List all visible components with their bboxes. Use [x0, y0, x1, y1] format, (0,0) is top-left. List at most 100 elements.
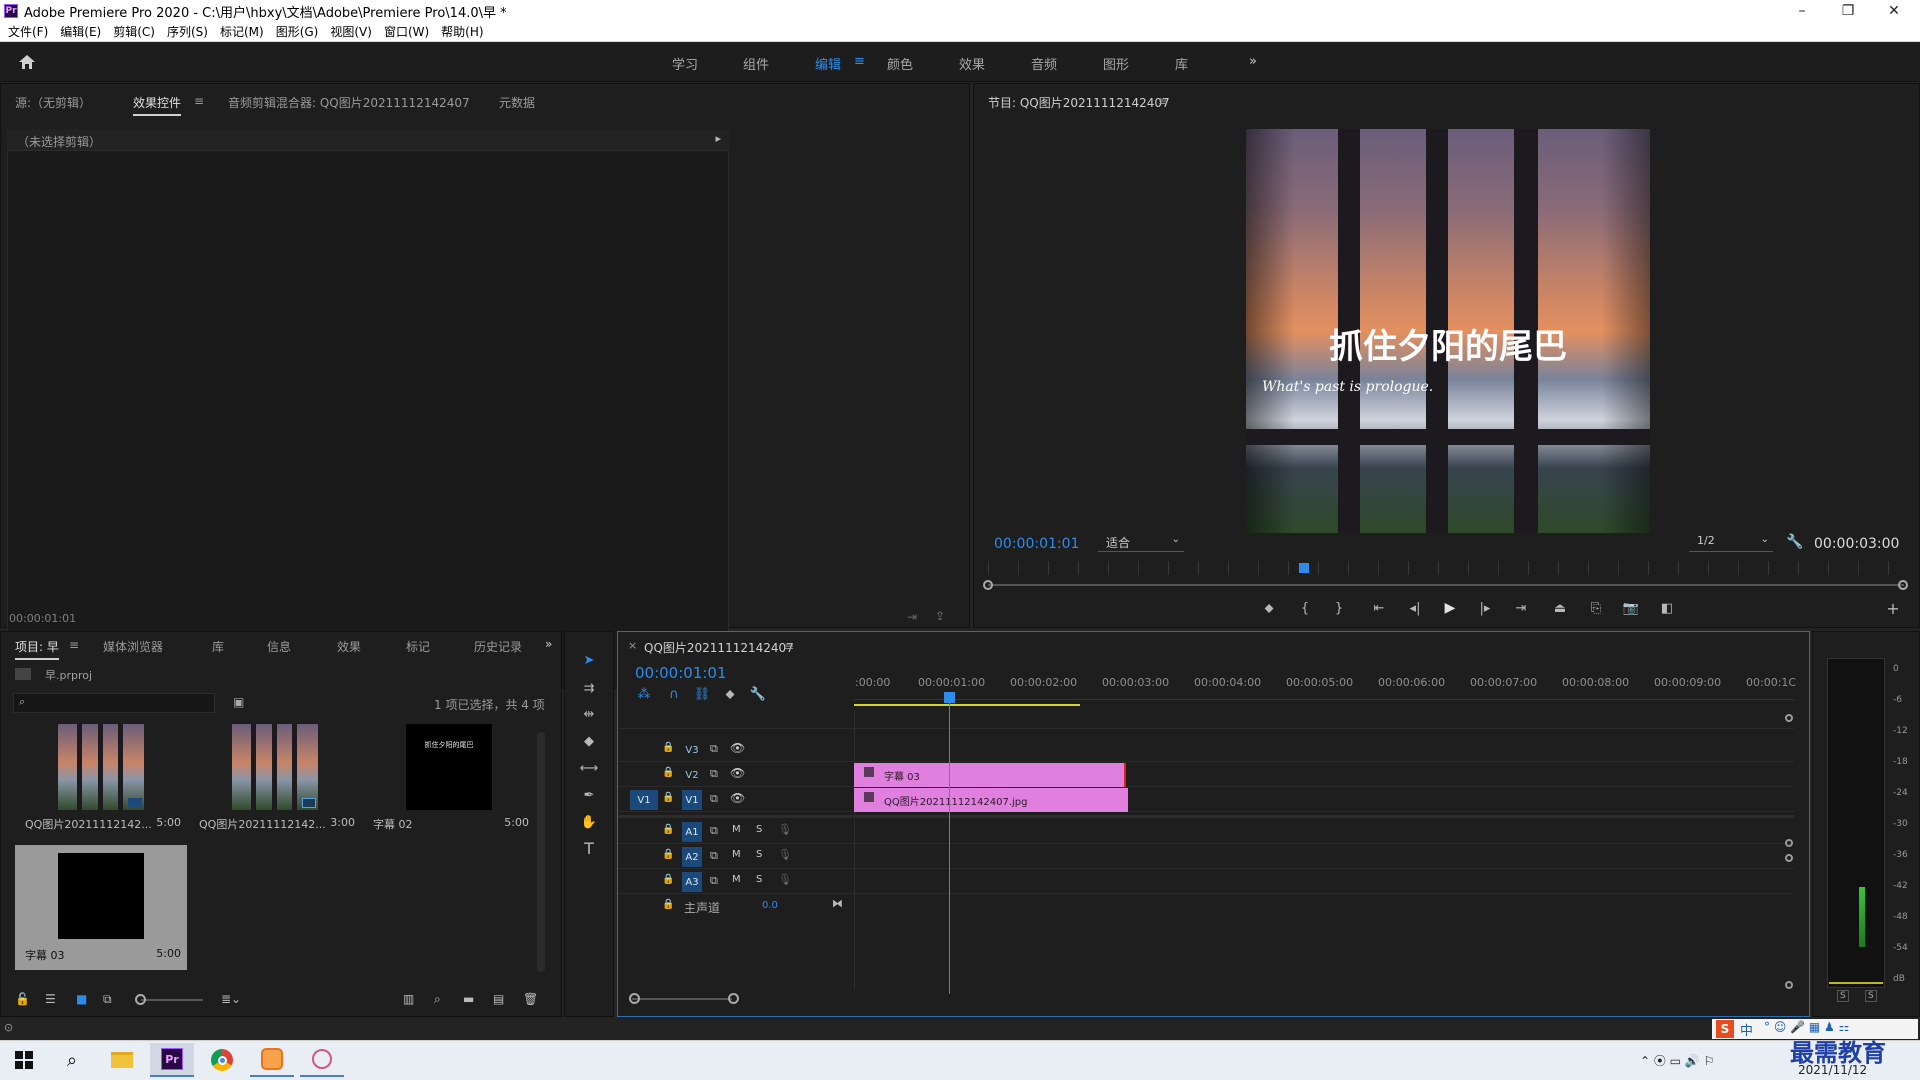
tab-effects[interactable]: 效果: [337, 638, 361, 655]
lock-icon[interactable]: 🔒: [662, 899, 674, 910]
workspace-menu-icon[interactable]: ≡: [854, 54, 865, 69]
master-volume-value[interactable]: 0.0: [762, 900, 778, 911]
wrench-icon[interactable]: 🔧: [1786, 534, 1803, 550]
sequence-tab[interactable]: QQ图片20211112142407: [644, 639, 794, 656]
menu-file[interactable]: 文件(F): [8, 23, 48, 40]
workspace-assembly[interactable]: 组件: [743, 54, 769, 73]
program-menu-icon[interactable]: ≡: [1158, 94, 1168, 108]
solo-button[interactable]: S: [756, 874, 762, 885]
menu-clip[interactable]: 剪辑(C): [113, 23, 155, 40]
program-ruler[interactable]: [988, 561, 1904, 575]
play-icon[interactable]: ▶: [1441, 599, 1459, 617]
go-to-out-icon[interactable]: ⇥: [1512, 599, 1530, 617]
icon-view-icon[interactable]: ■: [76, 992, 87, 1006]
mark-out-icon[interactable]: }: [1330, 599, 1348, 617]
eye-icon[interactable]: 👁: [730, 741, 745, 755]
sync-lock-icon[interactable]: ⧉: [710, 742, 718, 756]
selection-tool-icon[interactable]: ➤: [579, 650, 599, 670]
track-label[interactable]: A2: [682, 847, 702, 867]
a-scroll-handle-bottom[interactable]: [1785, 981, 1793, 989]
microphone-icon[interactable]: 🎙: [778, 823, 792, 836]
timeline-zoom-bar[interactable]: [632, 998, 732, 1000]
program-playhead[interactable]: [1299, 563, 1309, 573]
track-a3[interactable]: 🔒 A3 ⧉ M S 🎙: [618, 870, 1794, 894]
timeline-playhead[interactable]: [944, 692, 955, 703]
trash-icon[interactable]: 🗑: [523, 992, 538, 1006]
sync-lock-icon[interactable]: ⧉: [710, 849, 718, 863]
lift-icon[interactable]: ⏏: [1550, 599, 1570, 617]
solo-right-button[interactable]: S: [1865, 990, 1877, 1002]
workspace-color[interactable]: 颜色: [887, 54, 913, 73]
track-label[interactable]: A1: [682, 822, 702, 842]
step-forward-icon[interactable]: |▸: [1476, 599, 1494, 617]
export-frame-icon[interactable]: 📷: [1621, 599, 1641, 617]
workspace-more-icon[interactable]: »: [1249, 54, 1257, 69]
timeline-settings-icon[interactable]: 🔧: [750, 686, 766, 702]
sequence-menu-icon[interactable]: ≡: [784, 639, 794, 653]
clip-v2[interactable]: 字幕 03: [854, 763, 1126, 787]
v-scroll-handle-top[interactable]: [1785, 714, 1793, 722]
premiere-taskbar-icon[interactable]: Pr: [150, 1043, 194, 1077]
tab-project[interactable]: 项目: 早: [15, 638, 75, 660]
program-scroll-handle-right[interactable]: [1898, 580, 1908, 590]
automate-to-sequence-icon[interactable]: ▥: [403, 992, 414, 1006]
linked-selection-icon[interactable]: ⛓: [694, 686, 711, 702]
minimize-button[interactable]: –: [1782, 0, 1822, 22]
eye-icon[interactable]: 👁: [730, 791, 745, 805]
step-back-icon[interactable]: ◂|: [1406, 599, 1424, 617]
track-label[interactable]: V1: [682, 790, 702, 810]
lock-icon[interactable]: 🔒: [662, 792, 674, 803]
sync-lock-icon[interactable]: ⧉: [710, 824, 718, 838]
sogou-icon[interactable]: S: [1716, 1020, 1734, 1038]
solo-button[interactable]: S: [756, 849, 762, 860]
project-item[interactable]: QQ图片2021111214​2... 5:00: [15, 724, 187, 839]
track-master[interactable]: 🔒 主声道 0.0 ⧓: [618, 895, 1794, 919]
workspace-audio[interactable]: 音频: [1031, 54, 1057, 73]
track-a1[interactable]: 🔒 A1 ⧉ M S 🎙: [618, 820, 1794, 844]
windows-start-icon[interactable]: [2, 1043, 46, 1077]
tab-markers[interactable]: 标记: [406, 638, 430, 655]
tray-icons[interactable]: ⌃ ⦿ ▭ 🔊 ⚐: [1640, 1052, 1714, 1069]
project-item[interactable]: 抓住夕阳的尾巴 字幕 02 5:00: [363, 724, 535, 839]
project-menu-icon[interactable]: ≡: [69, 638, 79, 652]
project-item[interactable]: QQ图片2021111214​2... 3:00: [189, 724, 361, 839]
go-to-in-icon[interactable]: ⇤: [1370, 599, 1388, 617]
menu-help[interactable]: 帮助(H): [441, 23, 483, 40]
project-search-input[interactable]: ⌕: [13, 693, 215, 713]
video-frame[interactable]: 抓住夕阳的尾巴 What's past is prologue.: [1246, 129, 1650, 533]
pen-tool-icon[interactable]: ✒: [579, 785, 599, 805]
file-explorer-icon[interactable]: [100, 1043, 144, 1077]
zoom-handle-right[interactable]: [728, 993, 739, 1004]
lock-icon[interactable]: 🔒: [662, 824, 674, 835]
razor-tool-icon[interactable]: ◆: [579, 731, 599, 751]
menu-markers[interactable]: 标记(M): [220, 23, 264, 40]
panel-menu-icon[interactable]: ≡: [194, 94, 204, 108]
tab-libraries[interactable]: 库: [212, 638, 224, 655]
search-icon[interactable]: ⌕: [50, 1043, 94, 1077]
go-to-end-icon[interactable]: ⧓: [832, 897, 843, 910]
nest-toggle-icon[interactable]: ⁂: [636, 686, 652, 702]
track-a2[interactable]: 🔒 A2 ⧉ M S 🎙: [618, 845, 1794, 869]
app-icon[interactable]: [250, 1043, 294, 1077]
project-scrollbar[interactable]: [537, 732, 545, 972]
menu-edit[interactable]: 编辑(E): [60, 23, 101, 40]
tab-effect-controls[interactable]: 效果控件: [133, 94, 197, 116]
thumbnail-size-slider[interactable]: [141, 999, 203, 1001]
lock-icon[interactable]: 🔓: [15, 992, 30, 1006]
lock-icon[interactable]: 🔒: [662, 767, 674, 778]
mute-button[interactable]: M: [732, 824, 741, 835]
project-item-selected[interactable]: 字幕 03 5:00: [15, 845, 187, 970]
microphone-icon[interactable]: 🎙: [778, 848, 792, 861]
clip-v1[interactable]: QQ图片20211112142407.jpg: [854, 788, 1128, 812]
new-item-icon[interactable]: ▤: [493, 992, 504, 1006]
track-v2[interactable]: 🔒 V2 ⧉ 👁 字幕 03: [618, 763, 1794, 787]
freeform-view-icon[interactable]: ⧉: [103, 992, 112, 1007]
chrome-icon[interactable]: [200, 1043, 244, 1077]
hand-tool-icon[interactable]: ✋: [579, 812, 599, 832]
menu-view[interactable]: 视图(V): [330, 23, 372, 40]
workspace-libraries[interactable]: 库: [1175, 54, 1188, 73]
solo-button[interactable]: S: [756, 824, 762, 835]
a-scroll-handle-top[interactable]: [1785, 854, 1793, 862]
av-divider[interactable]: [618, 815, 1794, 818]
close-sequence-icon[interactable]: ×: [628, 639, 637, 652]
